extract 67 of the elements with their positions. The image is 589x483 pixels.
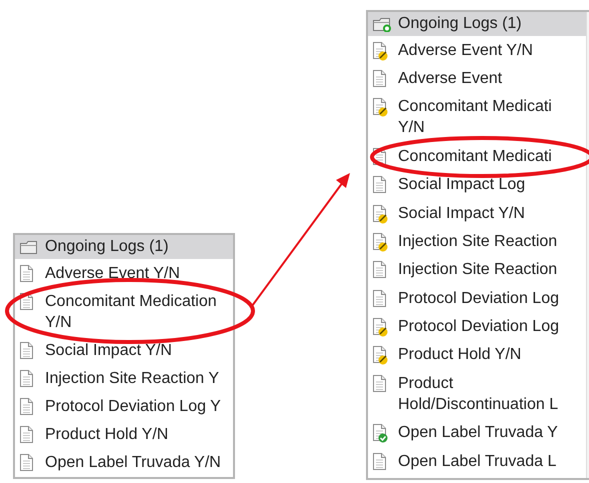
document-icon xyxy=(19,264,35,284)
item-label: Social Impact Y/N xyxy=(398,204,525,224)
log-list-item[interactable]: Protocol Deviation Log xyxy=(368,284,586,312)
log-list-item[interactable]: Open Label Truvada Y/N xyxy=(15,448,233,476)
document-pencil-icon xyxy=(372,232,388,252)
document-icon xyxy=(372,452,388,472)
log-list-item[interactable]: Product Hold Y/N xyxy=(368,340,586,370)
item-label: Concomitant Medicati xyxy=(398,146,552,167)
item-label: Injection Site Reaction xyxy=(398,232,558,252)
log-list-item[interactable]: Concomitant Medicati xyxy=(368,142,586,170)
header-title: Ongoing Logs (1) xyxy=(45,237,169,257)
document-pencil-icon xyxy=(372,204,388,224)
document-icon xyxy=(19,424,35,444)
item-label: Open Label Truvada L xyxy=(398,452,556,472)
log-list-item[interactable]: Protocol Deviation Log Y xyxy=(15,392,233,420)
item-label: Open Label Truvada Y/N xyxy=(45,452,221,472)
item-label: Protocol Deviation Log xyxy=(398,288,559,309)
document-icon xyxy=(19,340,35,360)
document-icon xyxy=(372,175,388,196)
log-list-item[interactable]: Concomitant Medicati Y/N xyxy=(368,92,586,142)
list-header[interactable]: Ongoing Logs (1) xyxy=(368,12,586,36)
document-pencil-icon xyxy=(372,317,388,338)
log-list-item[interactable]: Injection Site Reaction xyxy=(368,256,586,284)
folder-icon xyxy=(19,239,39,255)
folder-badge-icon xyxy=(372,16,392,32)
document-icon xyxy=(372,260,388,280)
log-list-item[interactable]: Social Impact Y/N xyxy=(15,336,233,364)
item-label: Product Hold Y/N xyxy=(398,345,522,366)
log-list-item[interactable]: Injection Site Reaction Y xyxy=(15,364,233,392)
log-list-item[interactable]: Concomitant Medication Y/N xyxy=(15,287,233,336)
item-label: Social Impact Log xyxy=(398,175,526,196)
item-label: Social Impact Y/N xyxy=(45,340,172,360)
item-label: Protocol Deviation Log xyxy=(398,317,559,338)
document-icon xyxy=(19,452,35,472)
log-list-item[interactable]: Adverse Event Y/N xyxy=(368,36,586,64)
log-list-item[interactable]: Social Impact Log xyxy=(368,170,586,199)
list-header[interactable]: Ongoing Logs (1) xyxy=(15,235,233,259)
log-list-item[interactable]: Open Label Truvada Y xyxy=(368,418,586,447)
document-icon xyxy=(372,374,388,394)
log-list-item[interactable]: Injection Site Reaction xyxy=(368,227,586,256)
log-list-item[interactable]: Adverse Event xyxy=(368,64,586,93)
item-label: Concomitant Medication Y/N xyxy=(45,292,217,332)
item-label: Open Label Truvada Y xyxy=(398,423,558,444)
item-label: Concomitant Medicati Y/N xyxy=(398,97,552,138)
log-list-item[interactable]: Product Hold/Discontinuation L xyxy=(368,369,586,418)
document-icon xyxy=(19,368,35,388)
document-icon xyxy=(19,396,35,416)
document-icon xyxy=(372,69,388,90)
log-list-item[interactable]: Open Label Truvada L xyxy=(368,446,586,476)
document-check-icon xyxy=(372,423,388,444)
item-label: Injection Site Reaction xyxy=(398,260,558,280)
document-pencil-icon xyxy=(372,40,388,61)
item-label: Adverse Event Y/N xyxy=(45,264,180,284)
item-label: Adverse Event Y/N xyxy=(398,40,533,61)
document-icon xyxy=(372,288,388,309)
item-label: Product Hold/Discontinuation L xyxy=(398,374,558,415)
header-title: Ongoing Logs (1) xyxy=(398,14,522,34)
item-label: Adverse Event xyxy=(398,69,502,90)
log-list-item[interactable]: Social Impact Y/N xyxy=(368,198,586,228)
log-list-item[interactable]: Adverse Event Y/N xyxy=(15,259,233,287)
log-list-item[interactable]: Product Hold Y/N xyxy=(15,420,233,448)
item-label: Protocol Deviation Log Y xyxy=(45,396,221,416)
document-pencil-icon xyxy=(372,97,388,118)
item-label: Injection Site Reaction Y xyxy=(45,368,220,388)
item-label: Product Hold Y/N xyxy=(45,424,168,444)
document-pencil-icon xyxy=(372,345,388,366)
log-list-item[interactable]: Protocol Deviation Log xyxy=(368,312,586,341)
